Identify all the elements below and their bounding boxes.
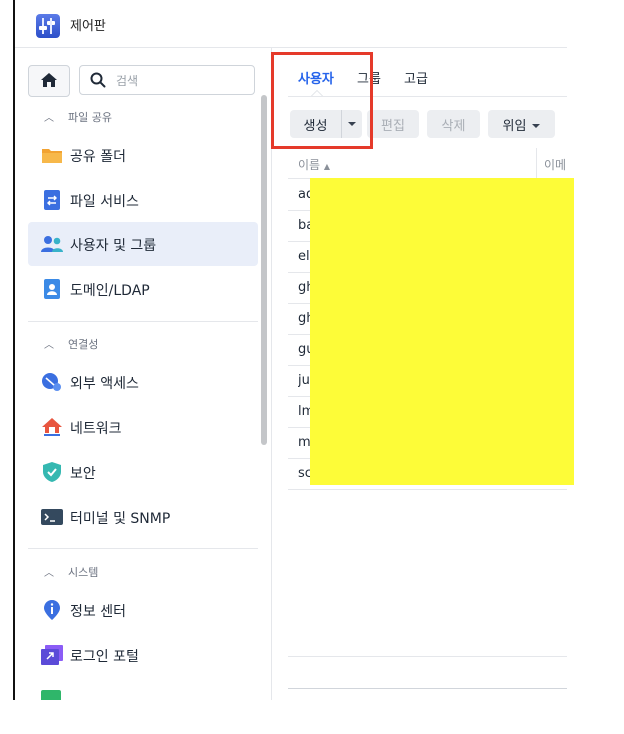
section-file-sharing[interactable]: ︿ 파일 공유 xyxy=(44,109,112,125)
external-access-icon xyxy=(42,373,61,391)
users-icon xyxy=(41,236,63,252)
table-footer-divider xyxy=(288,656,567,657)
delegate-button[interactable]: 위임 xyxy=(488,110,555,138)
sidebar-item-label: 네트워크 xyxy=(70,421,122,437)
section-connectivity[interactable]: ︿ 연결성 xyxy=(44,336,98,352)
annotation-highlight-box xyxy=(271,52,373,149)
chevron-up-icon: ︿ xyxy=(44,340,54,351)
delete-button[interactable]: 삭제 xyxy=(427,110,480,138)
sidebar-item-shared-folder[interactable]: 공유 폴더 xyxy=(28,133,258,177)
network-icon xyxy=(42,418,62,436)
domain-icon xyxy=(44,279,60,299)
sidebar-item-file-services[interactable]: 파일 서비스 xyxy=(28,178,258,222)
redaction-overlay xyxy=(310,178,574,485)
panel-footer-divider xyxy=(288,688,567,689)
tab-advanced[interactable]: 고급 xyxy=(404,68,428,87)
sidebar-item-label: 공유 폴더 xyxy=(70,149,126,165)
sort-ascending-icon: ▲ xyxy=(323,162,331,171)
search-input[interactable] xyxy=(114,70,248,92)
sidebar-item-login-portal[interactable]: 로그인 포털 xyxy=(28,633,258,677)
sidebar-item-label: 보안 xyxy=(70,466,96,482)
column-header-email[interactable]: 이메 xyxy=(544,156,567,173)
sidebar-item-info-center[interactable]: 정보 센터 xyxy=(28,588,258,632)
sidebar-item-label: 파일 서비스 xyxy=(70,194,139,210)
sidebar-divider xyxy=(28,321,258,322)
sidebar-item-domain-ldap[interactable]: 도메인/LDAP xyxy=(28,267,258,311)
login-portal-icon xyxy=(41,645,63,665)
sidebar-item-partial[interactable] xyxy=(28,680,258,700)
app-title: 제어판 xyxy=(70,19,106,34)
section-system[interactable]: ︿ 시스템 xyxy=(44,564,98,580)
sidebar-item-label: 사용자 및 그룹 xyxy=(70,238,157,254)
folder-icon xyxy=(42,149,62,163)
table-header: 이름 ▲ 이메 xyxy=(288,148,567,179)
column-header-name[interactable]: 이름 ▲ xyxy=(298,156,330,173)
sidebar-item-users-groups[interactable]: 사용자 및 그룹 xyxy=(28,222,258,266)
header-divider xyxy=(15,47,567,48)
edit-button[interactable]: 편집 xyxy=(367,110,419,138)
home-button[interactable] xyxy=(28,65,70,97)
sidebar-item-external-access[interactable]: 외부 액세스 xyxy=(28,360,258,404)
partial-item-icon xyxy=(41,690,61,700)
app-header: 제어판 xyxy=(15,0,567,47)
sidebar-scrollbar[interactable] xyxy=(261,95,267,445)
sidebar-item-network[interactable]: 네트워크 xyxy=(28,405,258,449)
sidebar-item-terminal-snmp[interactable]: 터미널 및 SNMP xyxy=(28,495,258,539)
chevron-up-icon: ︿ xyxy=(44,568,54,579)
terminal-icon xyxy=(41,509,63,525)
sidebar-item-label: 도메인/LDAP xyxy=(70,283,150,299)
sidebar-item-security[interactable]: 보안 xyxy=(28,450,258,494)
home-icon xyxy=(41,73,57,87)
window-left-border xyxy=(13,0,15,700)
sidebar-divider xyxy=(28,548,258,549)
info-icon xyxy=(44,600,60,620)
column-separator[interactable] xyxy=(536,148,537,178)
caret-down-icon xyxy=(532,124,541,128)
control-panel-icon xyxy=(36,14,60,38)
file-services-icon xyxy=(44,190,60,210)
search-icon xyxy=(90,72,106,88)
sidebar-item-label: 터미널 및 SNMP xyxy=(70,511,171,527)
shield-icon xyxy=(43,462,61,482)
delegate-label: 위임 xyxy=(502,118,527,134)
sidebar-item-label: 외부 액세스 xyxy=(70,376,139,392)
sidebar-item-label: 정보 센터 xyxy=(70,604,126,620)
search-box[interactable] xyxy=(79,65,255,95)
sidebar-item-label: 로그인 포털 xyxy=(70,649,139,665)
chevron-up-icon: ︿ xyxy=(44,113,54,124)
